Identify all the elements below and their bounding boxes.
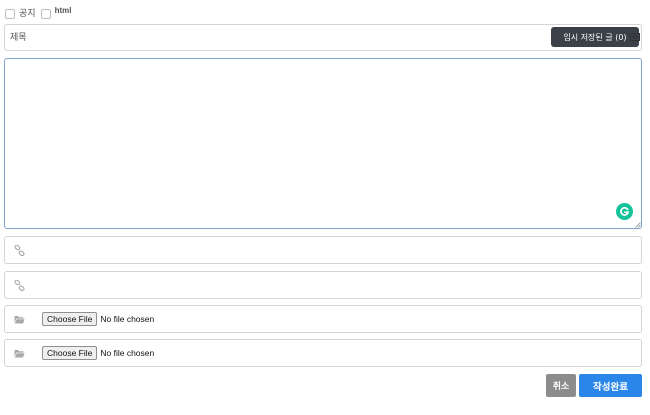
keyboard-icon[interactable] bbox=[630, 33, 640, 41]
file-status: No file chosen bbox=[100, 314, 155, 324]
link-icon bbox=[14, 280, 25, 291]
content-editor bbox=[4, 58, 642, 229]
cancel-button[interactable]: 취소 bbox=[546, 374, 576, 397]
file-picker-1: Choose File No file chosen bbox=[42, 312, 154, 326]
title-field-wrapper bbox=[4, 24, 642, 51]
link-input-1[interactable] bbox=[33, 237, 637, 265]
title-input[interactable] bbox=[5, 25, 550, 50]
cancel-label: 취소 bbox=[552, 382, 570, 392]
resize-handle-icon[interactable] bbox=[635, 222, 641, 228]
link-field-2 bbox=[4, 271, 642, 300]
link-field-1 bbox=[4, 236, 642, 265]
link-input-2[interactable] bbox=[33, 272, 637, 300]
file-status: No file chosen bbox=[100, 348, 155, 358]
choose-file-button[interactable]: Choose File bbox=[42, 346, 98, 360]
folder-icon bbox=[14, 350, 25, 358]
html-checkbox[interactable] bbox=[40, 9, 51, 19]
html-label: html bbox=[54, 6, 72, 15]
choose-file-button[interactable]: Choose File bbox=[42, 312, 98, 326]
content-textarea[interactable] bbox=[5, 59, 641, 228]
file-picker-2: Choose File No file chosen bbox=[42, 346, 154, 360]
notice-label: 공지 bbox=[19, 9, 36, 19]
file-field-1: Choose File No file chosen bbox=[4, 305, 642, 333]
grammarly-icon[interactable] bbox=[616, 203, 633, 220]
folder-icon bbox=[14, 316, 25, 324]
temp-saved-posts-button[interactable]: 임시 저장된 글 (0) bbox=[551, 27, 639, 47]
temp-saved-posts-label: 임시 저장된 글 (0) bbox=[563, 32, 627, 42]
post-options: 공지 html bbox=[5, 6, 71, 19]
file-field-2: Choose File No file chosen bbox=[4, 339, 642, 367]
notice-checkbox[interactable] bbox=[5, 9, 15, 19]
submit-label: 작성완료 bbox=[593, 381, 628, 393]
submit-button[interactable]: 작성완료 bbox=[579, 374, 642, 397]
link-icon bbox=[14, 245, 25, 256]
